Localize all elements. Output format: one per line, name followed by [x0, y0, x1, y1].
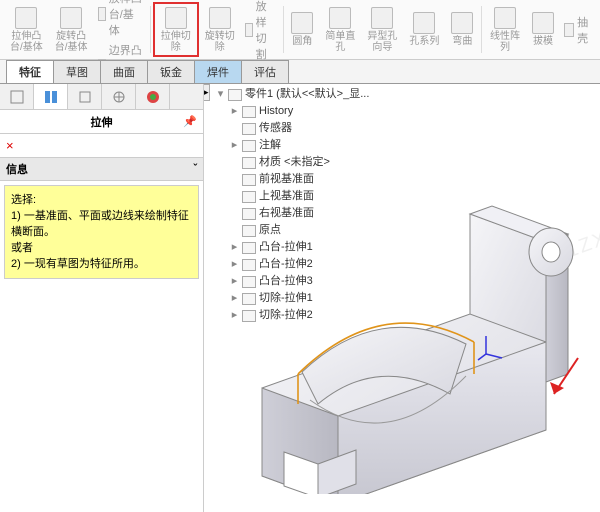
tree-root[interactable]: ▾零件1 (默认<<默认>_显...: [216, 86, 369, 103]
feature-icon: [242, 106, 256, 118]
extrude-cut-button[interactable]: 拉伸切 除: [153, 2, 199, 57]
simple-hole-button[interactable]: 简单直 孔: [319, 2, 361, 57]
feature-icon: [242, 157, 256, 169]
loft-boss-button[interactable]: 放样凸台/基体: [94, 0, 149, 39]
pm-message: 选择: 1) 一基准面、平面或边线来绘制特征横断面。 或者 2) 一现有草图为特…: [4, 185, 199, 279]
ribbon-col-2: 扫描切割 放样切割 放样切割: [241, 2, 281, 57]
pm-tab-dim[interactable]: [102, 84, 136, 109]
hole-series-button[interactable]: 孔系列: [403, 2, 445, 57]
feature-icon: [242, 140, 256, 152]
property-manager: 拉伸📌 × 信息ˇ 选择: 1) 一基准面、平面或边线来绘制特征横断面。 或者 …: [0, 84, 204, 512]
tab-evaluate[interactable]: 评估: [241, 60, 289, 83]
revolve-cut-button[interactable]: 旋转切 除: [199, 2, 241, 57]
feature-icon: [242, 123, 256, 135]
ribbon-toolbar: 拉伸凸 台/基体 旋转凸 台/基体 扫描 放样凸台/基体 边界凸台/基体 拉伸切…: [0, 0, 600, 60]
pm-tab-feature[interactable]: [0, 84, 34, 109]
graphics-viewport[interactable]: ▸ ▾零件1 (默认<<默认>_显... ▸History传感器▸注解材质 <未…: [204, 84, 600, 512]
flex-button[interactable]: 弯曲: [445, 2, 479, 57]
feature-icon: [242, 191, 256, 203]
ribbon-col-4: 抽壳: [560, 2, 596, 57]
fillet-button[interactable]: 圆角: [285, 2, 319, 57]
pm-tab-config[interactable]: [68, 84, 102, 109]
draft-button[interactable]: 拔模: [526, 2, 560, 57]
tree-item[interactable]: ▸注解: [216, 137, 369, 154]
loft-cut-button[interactable]: 放样切割: [241, 0, 281, 63]
tree-item[interactable]: 传感器: [216, 120, 369, 137]
annotation-arrow: [544, 354, 584, 404]
pm-tab-property[interactable]: [34, 84, 68, 109]
tab-surface[interactable]: 曲面: [100, 60, 148, 83]
pm-tab-bar: [0, 84, 203, 110]
tab-weldment[interactable]: 焊件: [194, 60, 242, 83]
linear-pattern-button[interactable]: 线性阵 列: [484, 2, 526, 57]
ribbon-col-1: 扫描 放样凸台/基体 边界凸台/基体: [94, 2, 149, 57]
model-3d[interactable]: [238, 204, 588, 494]
collapse-icon: ˇ: [193, 163, 197, 175]
pm-close-button[interactable]: ×: [0, 134, 203, 157]
command-tabs: 特征 草图 曲面 钣金 焊件 评估: [0, 60, 600, 84]
tree-item[interactable]: 材质 <未指定>: [216, 154, 369, 171]
tab-sheetmetal[interactable]: 钣金: [147, 60, 195, 83]
tab-sketch[interactable]: 草图: [53, 60, 101, 83]
tab-features[interactable]: 特征: [6, 60, 54, 83]
hole-wizard-button[interactable]: 异型孔 向导: [361, 2, 403, 57]
pm-tab-appearance[interactable]: [136, 84, 170, 109]
tree-item[interactable]: 上视基准面: [216, 188, 369, 205]
revolve-boss-button[interactable]: 旋转凸 台/基体: [49, 2, 94, 57]
tree-item[interactable]: 前视基准面: [216, 171, 369, 188]
part-icon: [228, 89, 242, 101]
feature-icon: [242, 174, 256, 186]
extrude-boss-button[interactable]: 拉伸凸 台/基体: [4, 2, 49, 57]
pm-section-info[interactable]: 信息ˇ: [0, 157, 203, 181]
flyout-toggle[interactable]: ▸: [204, 84, 213, 512]
pin-icon[interactable]: 📌: [183, 115, 197, 128]
shell-button[interactable]: 抽壳: [560, 13, 596, 47]
origin-triad-icon: [476, 332, 506, 362]
pm-title: 拉伸📌: [0, 110, 203, 134]
tree-item[interactable]: ▸History: [216, 103, 369, 120]
